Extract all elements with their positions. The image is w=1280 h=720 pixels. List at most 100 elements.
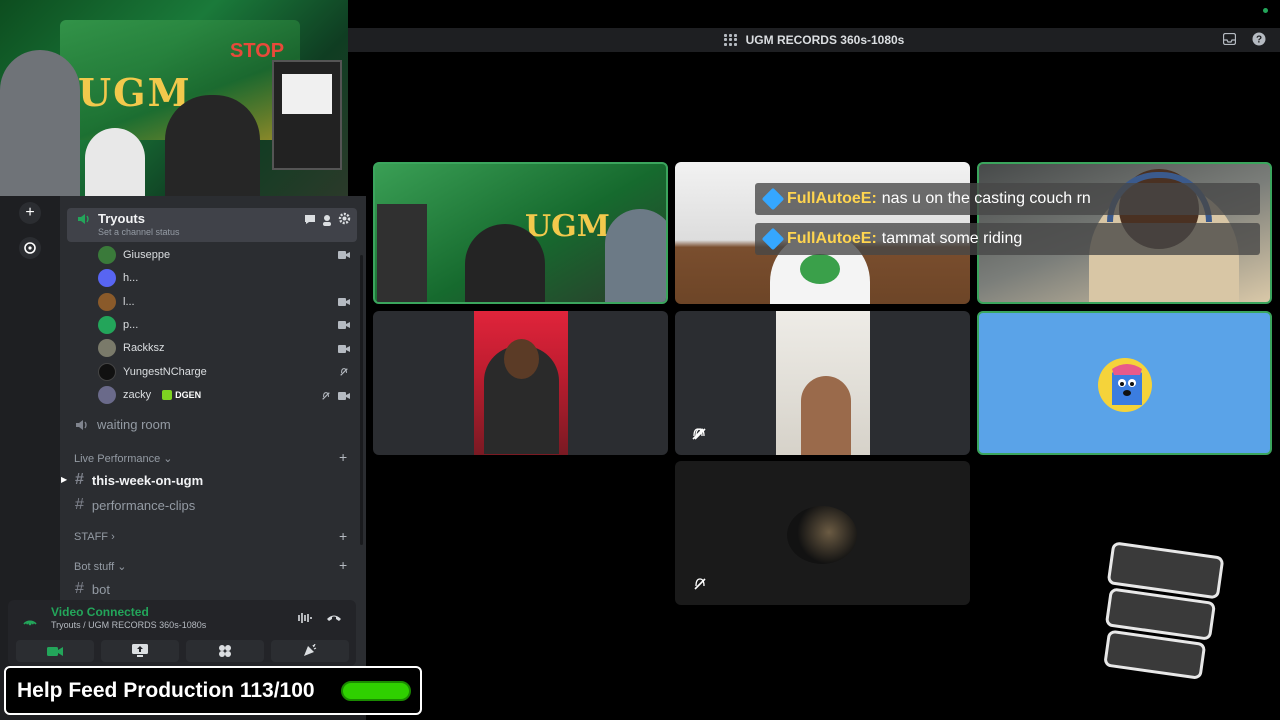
speaker-icon <box>76 419 87 430</box>
screen: UGM RECORDS 360s-1080s ? + Tryouts Set a… <box>0 0 1280 720</box>
chat-username: FullAutoeE: <box>787 190 877 207</box>
connection-location[interactable]: Tryouts / UGM RECORDS 360s-1080s <box>51 620 206 630</box>
chevron-down-icon: ⌄ <box>163 453 173 465</box>
channel-name: waiting room <box>97 417 171 432</box>
chat-icon[interactable] <box>304 214 316 225</box>
donation-goal-banner: Help Feed Production 113/100 <box>4 666 422 715</box>
camera-icon <box>338 321 350 329</box>
activities-button[interactable] <box>186 640 264 662</box>
noise-suppression-icon[interactable] <box>295 612 313 624</box>
channel-name: bot <box>91 581 110 597</box>
video-tile[interactable] <box>977 311 1272 455</box>
avatar <box>98 293 116 311</box>
share-screen-button[interactable] <box>101 640 179 662</box>
category-bot-stuff[interactable]: Bot stuff ⌄ <box>74 560 126 573</box>
video-icon <box>47 646 63 656</box>
chat-overlay-message: FullAutoeE: tammat some riding <box>755 223 1260 255</box>
add-channel-button[interactable]: + <box>339 528 347 544</box>
channel-name: performance-clips <box>91 497 196 513</box>
avatar <box>98 363 116 381</box>
deafened-icon <box>692 428 704 440</box>
portrait-video <box>474 311 568 455</box>
online-indicator-icon <box>1263 8 1268 13</box>
streamer-webcam-overlay: UGM STOP <box>0 0 348 196</box>
member-item[interactable]: h... <box>98 268 138 288</box>
arcade-screen <box>282 74 332 114</box>
soundboard-button[interactable] <box>271 640 349 662</box>
screen-share-icon <box>132 644 148 657</box>
video-tile[interactable] <box>675 461 970 605</box>
person-silhouette <box>85 128 145 196</box>
goal-text: Help Feed Production 113/100 <box>17 678 315 702</box>
hash-icon: # <box>75 580 84 597</box>
camera-icon <box>338 298 350 306</box>
soundboard-icon <box>304 644 317 656</box>
invite-icon[interactable] <box>321 214 333 227</box>
voice-channel-waiting-room[interactable]: waiting room <box>75 417 171 432</box>
dgen-badge: DGEN <box>162 390 201 400</box>
arcade-machine <box>272 60 342 170</box>
hash-icon: # <box>75 496 84 513</box>
connection-status: Video Connected <box>51 605 149 619</box>
text-channel-performance-clips[interactable]: # performance-clips <box>75 496 195 514</box>
text-channel-bot[interactable]: # bot <box>75 580 110 598</box>
signal-icon[interactable] <box>22 612 38 626</box>
gear-icon[interactable] <box>338 212 351 225</box>
discover-icon[interactable] <box>19 237 41 259</box>
video-tile[interactable]: UGM <box>373 162 668 304</box>
member-item[interactable]: YungestNCharge <box>98 362 207 382</box>
category-label: Live Performance <box>74 453 161 465</box>
channel-scrollbar[interactable] <box>360 255 363 545</box>
text-channel-this-week-on-ugm[interactable]: # this-week-on-ugm <box>75 471 203 489</box>
category-staff[interactable]: STAFF › <box>74 531 115 543</box>
badge-label: DGEN <box>175 390 202 400</box>
add-server-icon[interactable]: + <box>19 202 41 224</box>
member-name: zacky <box>123 389 152 401</box>
video-tile[interactable] <box>675 311 970 455</box>
voice-channel-tryouts[interactable]: Tryouts Set a channel status <box>67 208 357 242</box>
category-live-performance[interactable]: Live Performance ⌄ <box>74 452 173 465</box>
member-name: Giuseppe <box>123 249 171 261</box>
window-title-text: UGM RECORDS 360s-1080s <box>745 33 905 47</box>
avatar <box>98 269 116 287</box>
category-label: STAFF <box>74 531 109 543</box>
person-silhouette <box>165 95 260 196</box>
camera-icon <box>338 251 350 259</box>
video-tile[interactable] <box>373 311 668 455</box>
graffiti-logo: UGM <box>78 70 192 115</box>
shirt-graphic <box>800 254 840 284</box>
chat-badge-icon <box>761 187 785 211</box>
hash-icon: # <box>75 471 84 488</box>
ugm-3d-logo <box>1086 532 1234 689</box>
person-silhouette <box>605 209 666 302</box>
chat-overlay-message: FullAutoeE: nas u on the casting couch r… <box>755 183 1260 215</box>
member-item[interactable]: Giuseppe <box>98 245 170 265</box>
member-name: h... <box>123 272 139 284</box>
server-icon <box>723 34 738 46</box>
person-head <box>504 339 539 379</box>
camera-icon <box>338 345 350 353</box>
member-item[interactable]: p... <box>98 315 138 335</box>
inbox-icon[interactable] <box>1222 32 1236 46</box>
member-item[interactable]: zacky DGEN <box>98 385 201 405</box>
arcade-machine <box>377 204 427 302</box>
graffiti-logo: UGM <box>525 209 610 244</box>
avatar <box>98 246 116 264</box>
channel-status[interactable]: Set a channel status <box>98 227 180 237</box>
tag-icon <box>162 390 173 400</box>
chat-username: FullAutoeE: <box>787 230 877 247</box>
member-item[interactable]: Rackksz <box>98 338 165 358</box>
camera-icon <box>338 392 350 400</box>
help-icon[interactable]: ? <box>1252 32 1266 46</box>
channel-name: this-week-on-ugm <box>91 472 204 488</box>
add-channel-button[interactable]: + <box>339 557 347 573</box>
activities-icon <box>219 645 231 657</box>
add-channel-button[interactable]: + <box>339 449 347 465</box>
camera-button[interactable] <box>16 640 94 662</box>
member-item[interactable]: l... <box>98 292 135 312</box>
window-title: UGM RECORDS 360s-1080s <box>723 33 905 47</box>
title-bar: UGM RECORDS 360s-1080s ? <box>348 28 1280 52</box>
avatar-mascot-icon <box>1098 358 1152 412</box>
disconnect-icon[interactable] <box>326 613 342 623</box>
chat-text: nas u on the casting couch rn <box>881 190 1091 207</box>
